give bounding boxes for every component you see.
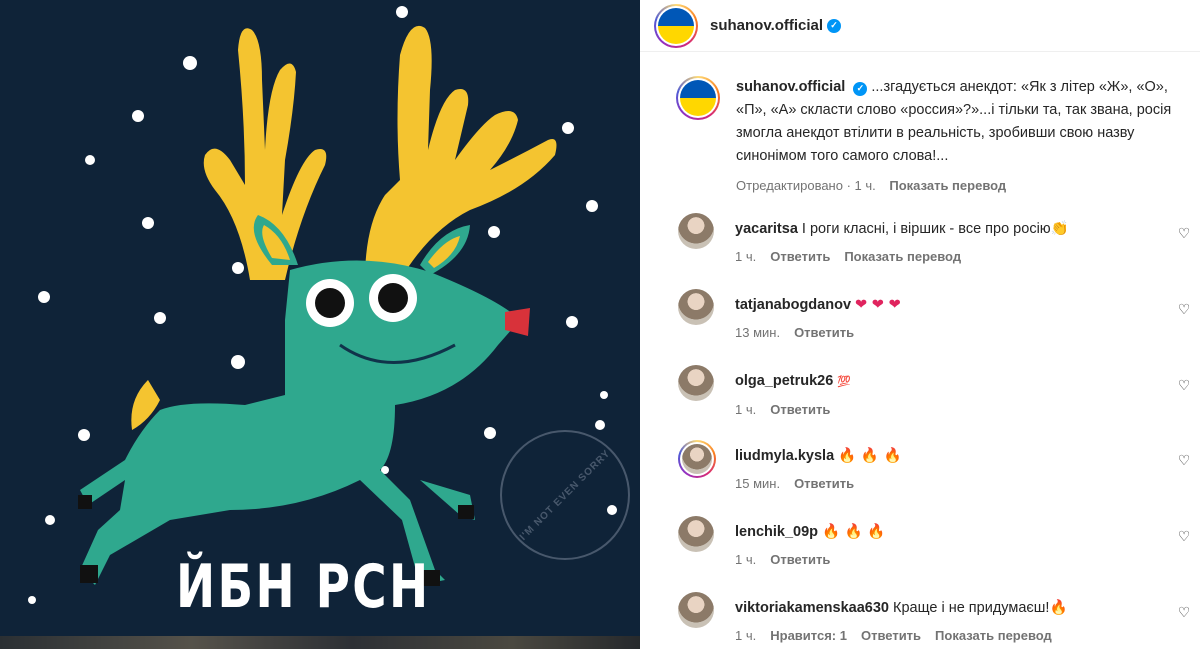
hundred-points-icon: 💯 [837,375,852,388]
comment-item: olga_petruk26 💯 1 ч. Ответить ♡ [678,365,1192,417]
comment-time[interactable]: 13 мин. [735,325,780,340]
comment-time[interactable]: 1 ч. [735,249,756,264]
comment-text: Краще і не придумаєш! [893,600,1050,616]
post-image[interactable]: I'M NOT EVEN SORRY ЙБН РСН [0,0,640,649]
comment-time[interactable]: 1 ч. [735,552,756,567]
comment-avatar[interactable] [678,365,714,401]
comment-time[interactable]: 1 ч. [735,628,756,643]
caption-avatar[interactable] [676,76,720,120]
clapping-hands-icon: 👏 [1050,221,1069,237]
comment-avatar[interactable] [678,592,714,628]
comment-item: viktoriakamenskaa630 Краще і не придумає… [678,592,1192,643]
comment-username[interactable]: olga_petruk26 [735,373,833,389]
comment-time[interactable]: 1 ч. [735,402,756,417]
post-caption: suhanov.official ✓ ...згадується анекдот… [676,76,1176,197]
comment-username[interactable]: yacaritsa [735,221,798,237]
comment-item: lenchik_09p 🔥 🔥 🔥 1 ч. Ответить ♡ [678,516,1192,567]
comment-avatar[interactable] [678,440,716,478]
comment-translate-button[interactable]: Показать перевод [935,628,1052,643]
comment-reply-button[interactable]: Ответить [770,552,830,567]
caption-time[interactable]: · 1 ч. [847,178,876,193]
caption-translate-button[interactable]: Показать перевод [889,178,1006,193]
edited-label: Отредактировано [736,178,843,193]
post-side-panel: suhanov.official ✓ suhanov.official ✓ ..… [640,0,1200,649]
comment-username[interactable]: liudmyla.kysla [735,448,834,464]
comment-reply-button[interactable]: Ответить [794,325,854,340]
heart-outline-icon[interactable]: ♡ [1176,225,1192,242]
red-heart-icon: ❤ ❤ ❤ [855,297,901,313]
header-avatar[interactable] [654,3,698,48]
fire-icon: 🔥 🔥 🔥 [838,448,902,464]
comment-reply-button[interactable]: Ответить [861,628,921,643]
caption-username[interactable]: suhanov.official [736,79,845,95]
comment-avatar[interactable] [678,289,714,325]
comment-item: yacaritsa І роги класні, і віршик - все … [678,213,1192,264]
comment-username[interactable]: tatjanabogdanov [735,297,851,313]
comment-item: tatjanabogdanov ❤ ❤ ❤ 13 мин. Ответить ♡ [678,289,1192,340]
heart-outline-icon[interactable]: ♡ [1176,301,1192,318]
comment-reply-button[interactable]: Ответить [794,476,854,491]
header-username[interactable]: suhanov.official [710,17,823,34]
ukraine-flag-avatar-icon [658,7,694,44]
comment-reply-button[interactable]: Ответить [770,249,830,264]
comment-likes-count[interactable]: Нравится: 1 [770,628,847,643]
comment-reply-button[interactable]: Ответить [770,402,830,417]
fire-icon: 🔥 [1049,600,1068,616]
fire-icon: 🔥 🔥 🔥 [822,524,886,540]
comment-text: І роги класні, і віршик - все про росію [801,221,1051,237]
heart-outline-icon[interactable]: ♡ [1176,377,1192,394]
heart-outline-icon[interactable]: ♡ [1176,452,1192,469]
comment-username[interactable]: lenchik_09p [735,524,818,540]
verified-badge-icon: ✓ [853,81,868,96]
image-bottom-strip [0,636,640,649]
comment-username[interactable]: viktoriakamenskaa630 [735,600,889,616]
comment-avatar[interactable] [678,213,714,249]
comment-avatar[interactable] [678,516,714,552]
comment-item: liudmyla.kysla 🔥 🔥 🔥 15 мин. Ответить ♡ [678,440,1192,491]
post-header: suhanov.official ✓ [640,0,1200,52]
image-caption-text: ЙБН РСН [176,552,431,622]
heart-outline-icon[interactable]: ♡ [1176,528,1192,545]
heart-outline-icon[interactable]: ♡ [1176,604,1192,621]
verified-badge-icon: ✓ [827,18,842,33]
comment-translate-button[interactable]: Показать перевод [844,249,961,264]
comment-time[interactable]: 15 мин. [735,476,780,491]
ukraine-flag-avatar-icon [680,80,716,116]
